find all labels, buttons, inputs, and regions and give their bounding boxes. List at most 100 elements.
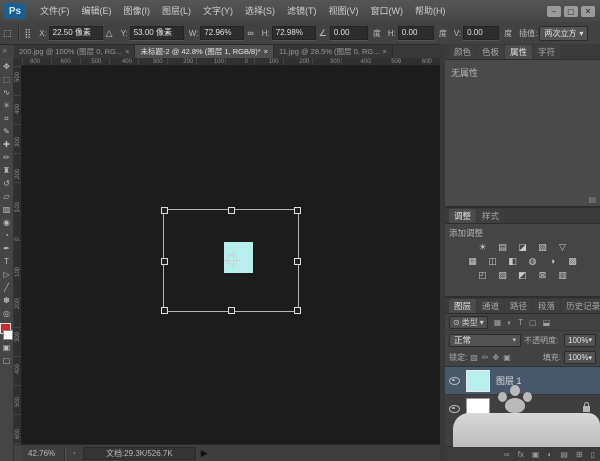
transform-handle[interactable] [294, 207, 301, 214]
hand-tool-icon[interactable]: ✽ [1, 295, 13, 306]
dodge-tool-icon[interactable]: ◔ [1, 230, 13, 241]
tab-close-icon[interactable]: × [264, 47, 268, 56]
history-brush-tool-icon[interactable]: ↺ [1, 178, 13, 189]
tab-properties[interactable]: 属性 [505, 45, 532, 59]
tab-paragraph[interactable]: 段落 [533, 299, 560, 313]
menu-image[interactable]: 图像(I) [118, 0, 157, 22]
magic-wand-tool-icon[interactable]: ✳ [1, 100, 13, 111]
maximize-button[interactable]: ▢ [564, 6, 578, 17]
transform-handle[interactable] [294, 258, 301, 265]
photo-filter-icon[interactable]: ◍ [527, 256, 539, 267]
menu-type[interactable]: 文字(Y) [197, 0, 239, 22]
tab-channels[interactable]: 通道 [477, 299, 504, 313]
link-dimensions-icon[interactable]: ∞ [247, 28, 253, 38]
zoom-level-field[interactable]: 42.76% [28, 449, 55, 458]
lasso-tool-icon[interactable]: ∿ [1, 87, 13, 98]
y-input[interactable]: 53.00 像素 [130, 26, 184, 40]
transform-handle[interactable] [161, 258, 168, 265]
vibrance-icon[interactable]: ▽ [557, 242, 569, 253]
menu-window[interactable]: 窗口(W) [365, 0, 410, 22]
brightness-contrast-icon[interactable]: ☀ [477, 242, 489, 253]
transform-handle[interactable] [228, 207, 235, 214]
tool-preset-icon[interactable]: ⬚ [3, 28, 12, 39]
lock-transparent-icon[interactable]: ▨ [470, 353, 478, 362]
menu-layer[interactable]: 图层(L) [156, 0, 197, 22]
tab-adjustments[interactable]: 调整 [449, 209, 476, 223]
brush-tool-icon[interactable]: ✏ [1, 152, 13, 163]
transform-handle[interactable] [161, 207, 168, 214]
tab-history[interactable]: 历史记录 [561, 299, 600, 313]
blend-mode-dropdown[interactable]: 正常 ▾ [449, 334, 521, 347]
shape-filter-icon[interactable]: ▢ [529, 318, 537, 327]
transform-reference-point[interactable] [227, 254, 238, 265]
selective-color-icon[interactable]: ⊠ [537, 270, 549, 281]
smart-object-filter-icon[interactable]: ⬓ [543, 318, 551, 327]
eyedropper-tool-icon[interactable]: ✎ [1, 126, 13, 137]
transform-handle[interactable] [294, 307, 301, 314]
link-layers-icon[interactable]: ∞ [504, 450, 510, 459]
visibility-eye-icon[interactable] [449, 377, 460, 385]
color-balance-icon[interactable]: ◫ [487, 256, 499, 267]
tab-11jpg[interactable]: 11.jpg @ 28.5% (图层 0, RG... × [274, 45, 393, 58]
width-input[interactable]: 72.96% [200, 26, 244, 40]
curves-icon[interactable]: ◪ [517, 242, 529, 253]
layer-style-fx-icon[interactable]: fx [518, 450, 524, 459]
gradient-tool-icon[interactable]: ▨ [1, 204, 13, 215]
invert-icon[interactable]: ◰ [477, 270, 489, 281]
pen-tool-icon[interactable]: ✒ [1, 243, 13, 254]
marquee-tool-icon[interactable]: ⬚ [1, 74, 13, 85]
exposure-icon[interactable]: ▧ [537, 242, 549, 253]
interpolation-dropdown[interactable]: 两次立方 ▾ [539, 26, 588, 41]
levels-icon[interactable]: ▤ [497, 242, 509, 253]
line-tool-icon[interactable]: ╱ [1, 282, 13, 293]
close-button[interactable]: ✕ [581, 6, 595, 17]
minimize-button[interactable]: – [547, 6, 561, 17]
layer-mask-icon[interactable]: ▣ [532, 450, 540, 459]
menu-select[interactable]: 选择(S) [239, 0, 281, 22]
eraser-tool-icon[interactable]: ▱ [1, 191, 13, 202]
zoom-tool-icon[interactable]: ◎ [1, 308, 13, 319]
lock-all-icon[interactable]: ▣ [503, 353, 511, 362]
screen-mode-button[interactable]: ▢ [1, 355, 13, 366]
lock-pixels-icon[interactable]: ✏ [482, 353, 489, 362]
status-menu-arrow-icon[interactable]: ▶ [201, 448, 208, 459]
filter-type-dropdown[interactable]: ⊙ 类型 ▾ [449, 316, 488, 329]
menu-filter[interactable]: 滤镜(T) [281, 0, 323, 22]
visibility-eye-icon[interactable] [449, 405, 460, 413]
new-layer-icon[interactable]: ⊞ [576, 450, 583, 459]
fill-input[interactable]: 100% ▾ [564, 351, 596, 364]
hue-saturation-icon[interactable]: ▦ [467, 256, 479, 267]
tab-swatches[interactable]: 色板 [477, 45, 504, 59]
color-lookup-icon[interactable]: ▩ [567, 256, 579, 267]
posterize-icon[interactable]: ▨ [497, 270, 509, 281]
panel-menu-icon[interactable]: ▤ [588, 195, 596, 204]
tab-overflow-chevron-icon[interactable]: » [2, 45, 7, 55]
height-input[interactable]: 72.98% [272, 26, 316, 40]
channel-mixer-icon[interactable]: ◑ [547, 256, 559, 267]
vertical-ruler[interactable]: 500 400 300 200 100 0 100 200 300 400 50… [14, 66, 22, 445]
opacity-input[interactable]: 100% ▾ [564, 334, 596, 347]
menu-help[interactable]: 帮助(H) [409, 0, 452, 22]
clone-stamp-tool-icon[interactable]: ♜ [1, 165, 13, 176]
type-tool-icon[interactable]: T [1, 256, 13, 267]
path-select-tool-icon[interactable]: ▷ [1, 269, 13, 280]
tab-close-icon[interactable]: × [382, 47, 386, 56]
blur-tool-icon[interactable]: ◉ [1, 217, 13, 228]
reference-point-grid-icon[interactable]: ⣿ [25, 28, 32, 39]
relative-position-button[interactable]: △ [106, 28, 113, 39]
layer-thumbnail[interactable] [466, 370, 490, 392]
adjustment-layer-icon[interactable]: ◐ [547, 450, 552, 459]
menu-edit[interactable]: 编辑(E) [76, 0, 118, 22]
h-skew-input[interactable]: 0.00 [398, 26, 434, 40]
crop-tool-icon[interactable]: ⌗ [1, 113, 13, 124]
transform-handle[interactable] [228, 307, 235, 314]
tab-layers[interactable]: 图层 [449, 299, 476, 313]
adjustment-filter-icon[interactable]: ◐ [507, 318, 512, 327]
threshold-icon[interactable]: ◩ [517, 270, 529, 281]
layer-group-icon[interactable]: ▤ [560, 450, 568, 459]
delete-layer-icon[interactable]: ▯ [591, 450, 595, 459]
menu-file[interactable]: 文件(F) [34, 0, 76, 22]
gradient-map-icon[interactable]: ▥ [557, 270, 569, 281]
canvas-area[interactable] [22, 66, 440, 445]
tab-200jpg[interactable]: 200.jpg @ 100% (图层 0, RG... × [14, 45, 135, 58]
